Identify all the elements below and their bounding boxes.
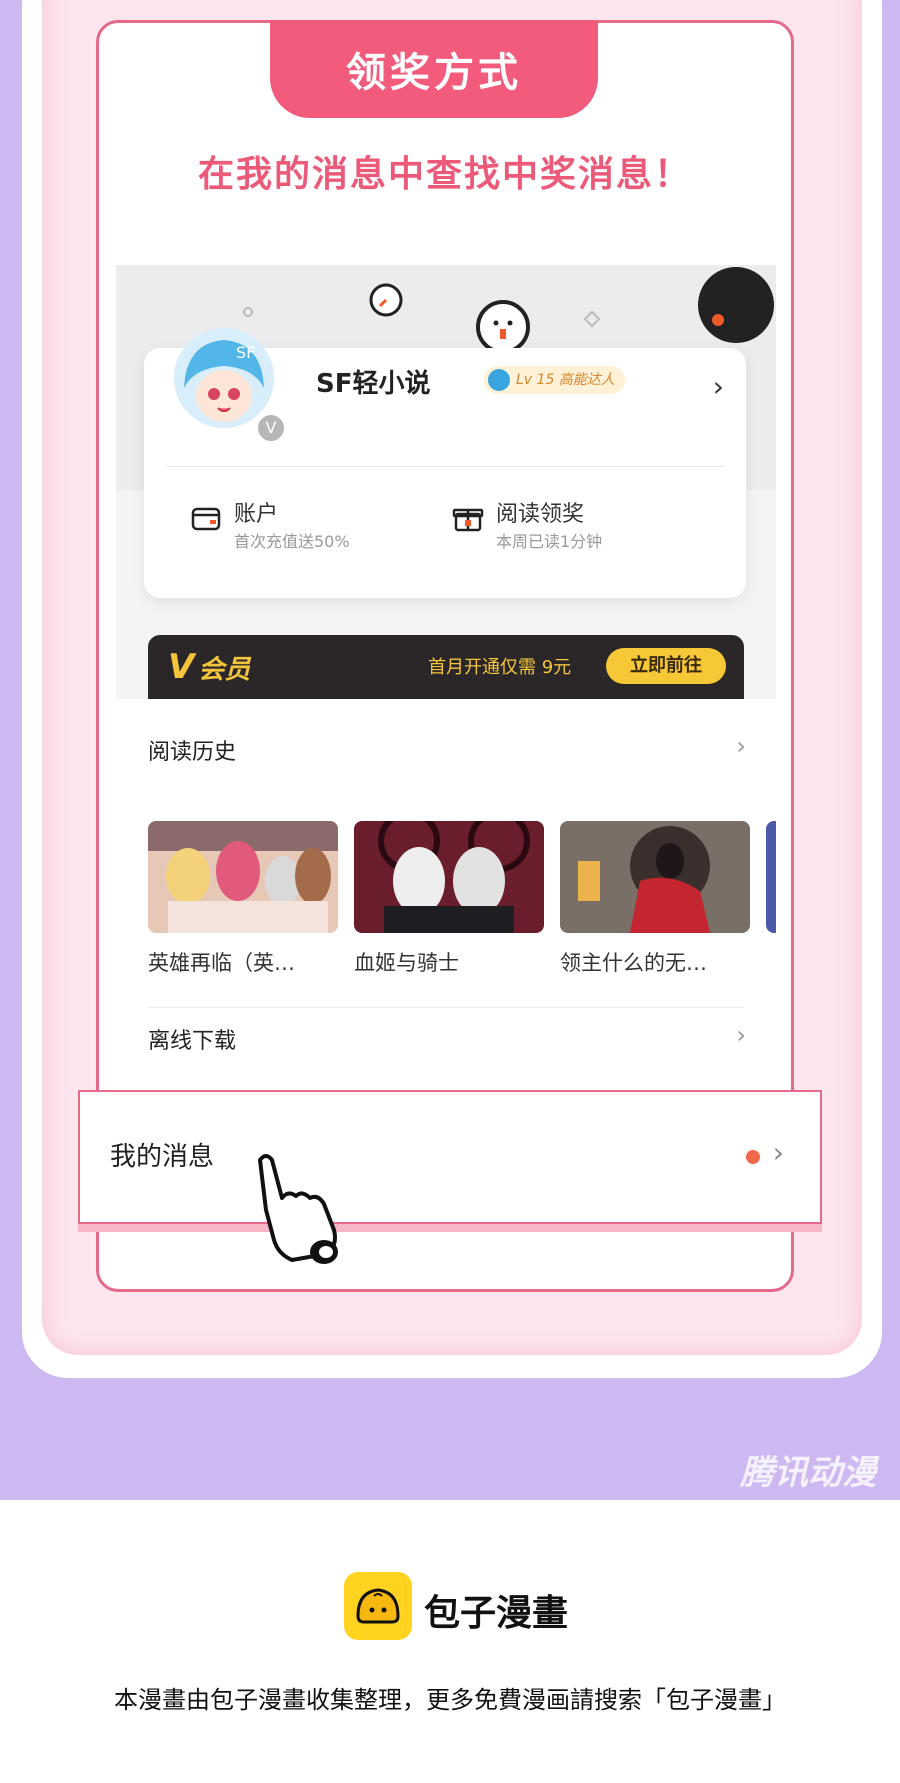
history-cover[interactable] xyxy=(354,821,544,933)
footer-note: 本漫畫由包子漫畫收集整理，更多免費漫画請搜索「包子漫畫」 xyxy=(114,1686,786,1714)
decoration-icon xyxy=(243,307,253,317)
notification-dot xyxy=(746,1150,760,1164)
offline-download-item[interactable]: 离线下载 xyxy=(148,1023,236,1055)
account-subtitle: 首次充值送50% xyxy=(234,532,350,551)
reading-history-title[interactable]: 阅读历史 xyxy=(148,734,236,766)
vip-label: V 会员 xyxy=(168,647,250,687)
level-icon xyxy=(488,369,510,391)
app-screenshot: SF V SF轻小说 Lv 15 高能达人 › 账户 首次充值送50% 阅读领奖… xyxy=(116,265,776,1075)
decoration-icon xyxy=(698,267,774,343)
section-header: 领奖方式 xyxy=(270,20,598,118)
avatar[interactable]: SF xyxy=(174,328,274,428)
decoration-icon xyxy=(583,310,601,328)
svg-text:SF: SF xyxy=(236,343,255,362)
history-cover[interactable] xyxy=(560,821,750,933)
instruction-text: 在我的消息中查找中奖消息！ xyxy=(197,154,692,195)
decoration-icon xyxy=(369,283,403,317)
pointing-hand-icon xyxy=(258,1154,338,1264)
vip-go-button[interactable]: 立即前往 xyxy=(606,648,726,684)
watermark: 腾讯动漫 xyxy=(740,1453,876,1493)
menu-list: 阅读历史 › 英雄再临（英… 血姬与骑士 领主什么的无… 离线下载 › xyxy=(116,699,776,1075)
divider xyxy=(148,1007,744,1008)
chevron-right-icon[interactable]: › xyxy=(713,370,724,403)
vip-v-icon: V xyxy=(168,647,195,687)
vip-banner[interactable]: V 会员 首月开通仅需 9元 立即前往 xyxy=(148,635,744,699)
profile-card[interactable]: SF V SF轻小说 Lv 15 高能达人 › 账户 首次充值送50% 阅读领奖… xyxy=(144,328,746,598)
reading-reward-subtitle: 本周已读1分钟 xyxy=(496,532,603,551)
reading-reward-title: 阅读领奖 xyxy=(496,502,585,527)
history-title[interactable]: 领主什么的无… xyxy=(560,947,707,977)
level-text: Lv 15 高能达人 xyxy=(516,372,615,388)
history-cover[interactable] xyxy=(148,821,338,933)
my-messages-label: 我的消息 xyxy=(110,1142,215,1172)
username: SF轻小说 xyxy=(316,369,431,399)
decoration-icon xyxy=(476,300,530,354)
history-title[interactable]: 英雄再临（英… xyxy=(148,947,295,977)
chevron-right-icon: › xyxy=(772,1136,784,1169)
baozi-logo-icon xyxy=(344,1572,412,1640)
level-badge: Lv 15 高能达人 xyxy=(484,366,625,394)
wallet-icon xyxy=(191,507,221,531)
divider xyxy=(166,466,724,467)
history-title[interactable]: 血姬与骑士 xyxy=(354,947,459,977)
verified-badge: V xyxy=(256,413,286,443)
vip-label-text: 会员 xyxy=(198,655,251,685)
gift-icon xyxy=(452,508,484,532)
brand-name: 包子漫畫 xyxy=(424,1593,569,1634)
history-cover[interactable] xyxy=(766,821,776,933)
vip-promo-text: 首月开通仅需 9元 xyxy=(428,657,572,678)
account-title: 账户 xyxy=(234,502,279,527)
chevron-right-icon[interactable]: › xyxy=(736,1021,746,1049)
chevron-right-icon[interactable]: › xyxy=(736,732,746,760)
my-messages-item[interactable]: 我的消息 › xyxy=(78,1090,822,1224)
